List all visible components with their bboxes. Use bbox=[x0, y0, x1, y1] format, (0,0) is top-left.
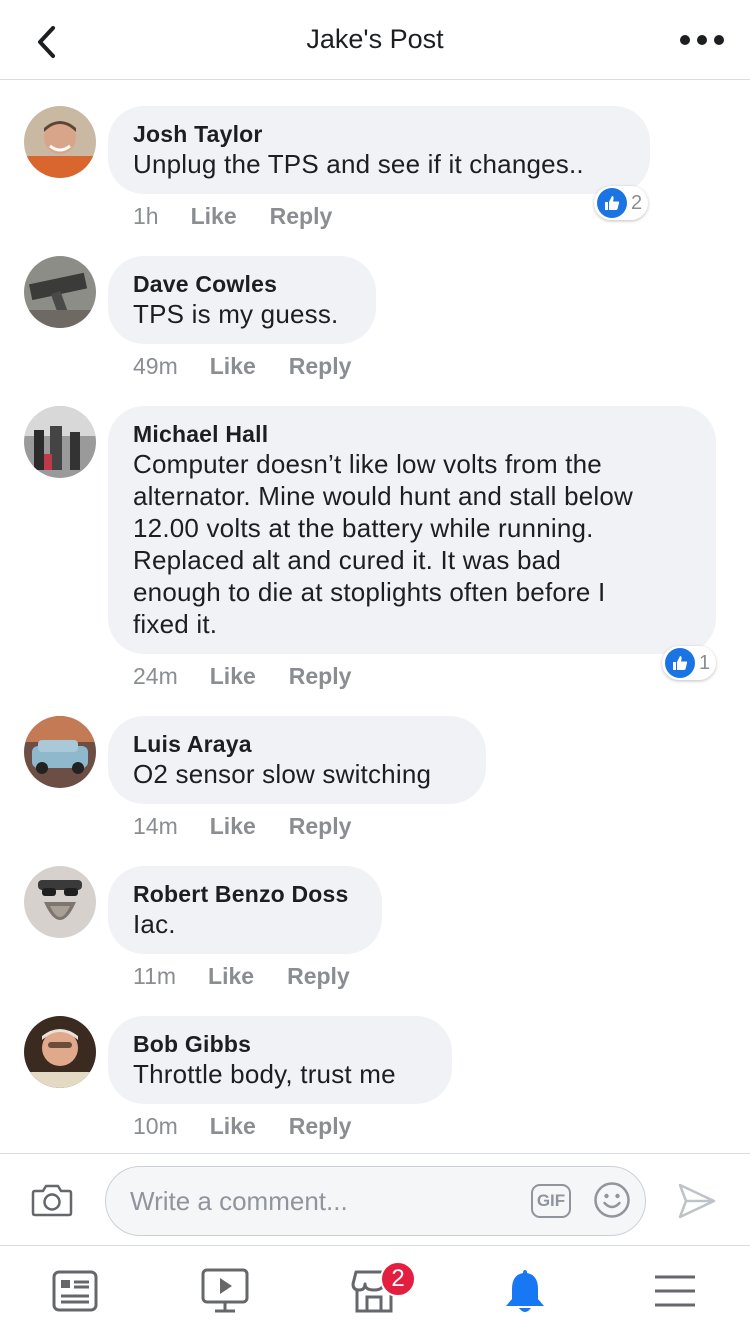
comment-text: Throttle body, trust me bbox=[133, 1059, 396, 1089]
comment-text: TPS is my guess. bbox=[133, 299, 339, 329]
tab-watch[interactable] bbox=[198, 1264, 252, 1318]
avatar-photo bbox=[24, 106, 96, 178]
tab-menu[interactable] bbox=[648, 1264, 702, 1318]
comment-time: 10m bbox=[133, 1113, 178, 1139]
tab-notifications[interactable] bbox=[498, 1264, 552, 1318]
comment-text: Unplug the TPS and see if it changes.. bbox=[133, 149, 584, 179]
reply-button[interactable]: Reply bbox=[270, 202, 333, 230]
watch-icon bbox=[201, 1268, 249, 1313]
comment-meta: 1h Like Reply bbox=[133, 202, 332, 230]
like-button[interactable]: Like bbox=[210, 662, 256, 690]
reply-button[interactable]: Reply bbox=[289, 662, 352, 690]
comment-meta: 24m Like Reply bbox=[133, 662, 351, 690]
comment-time: 24m bbox=[133, 663, 178, 689]
comment-text-line: fixed it. bbox=[133, 609, 218, 639]
camera-icon bbox=[31, 1184, 73, 1217]
comment-author[interactable]: Michael Hall bbox=[133, 420, 691, 448]
reaction-count: 2 bbox=[631, 191, 643, 214]
comment-time: 14m bbox=[133, 813, 178, 839]
reply-button[interactable]: Reply bbox=[289, 812, 352, 840]
avatar-photo bbox=[24, 716, 96, 788]
comment-author[interactable]: Dave Cowles bbox=[133, 270, 351, 298]
nav-header: Jake's Post bbox=[0, 0, 750, 80]
comment-bubble[interactable]: Josh Taylor Unplug the TPS and see if it… bbox=[108, 106, 650, 194]
avatar[interactable] bbox=[24, 866, 96, 938]
menu-icon bbox=[655, 1275, 695, 1307]
comment-bubble[interactable]: Luis Araya O2 sensor slow switching bbox=[108, 716, 486, 804]
comment-time: 11m bbox=[133, 963, 177, 989]
comment-time: 1h bbox=[133, 203, 159, 229]
like-button[interactable]: Like bbox=[210, 1112, 256, 1140]
like-reaction-icon bbox=[665, 648, 695, 678]
bottom-tab-bar: 2 bbox=[0, 1245, 750, 1334]
comment-text: O2 sensor slow switching bbox=[133, 759, 432, 789]
reaction-summary[interactable]: 1 bbox=[662, 646, 717, 680]
comment-meta: 14m Like Reply bbox=[133, 812, 351, 840]
avatar[interactable] bbox=[24, 106, 96, 178]
comment-meta: 11m Like Reply bbox=[133, 962, 350, 990]
avatar[interactable] bbox=[24, 256, 96, 328]
comment-time: 49m bbox=[133, 353, 178, 379]
like-button[interactable]: Like bbox=[191, 202, 237, 230]
reaction-summary[interactable]: 2 bbox=[594, 186, 649, 220]
avatar-photo bbox=[24, 866, 96, 938]
like-button[interactable]: Like bbox=[210, 812, 256, 840]
comment-text-line: 12.00 volts at the battery while running… bbox=[133, 513, 594, 543]
notifications-icon bbox=[506, 1270, 544, 1312]
marketplace-badge: 2 bbox=[380, 1261, 416, 1297]
comment-text-line: alternator. Mine would hunt and stall be… bbox=[133, 481, 634, 511]
like-button[interactable]: Like bbox=[208, 962, 254, 990]
avatar[interactable] bbox=[24, 1016, 96, 1088]
page-title: Jake's Post bbox=[306, 24, 444, 54]
comment-author[interactable]: Bob Gibbs bbox=[133, 1030, 427, 1058]
reply-button[interactable]: Reply bbox=[287, 962, 350, 990]
like-button[interactable]: Like bbox=[210, 352, 256, 380]
comment-bubble[interactable]: Bob Gibbs Throttle body, trust me bbox=[108, 1016, 452, 1104]
reply-button[interactable]: Reply bbox=[289, 1112, 352, 1140]
avatar-photo bbox=[24, 256, 96, 328]
avatar[interactable] bbox=[24, 716, 96, 788]
comment-composer: GIF bbox=[0, 1153, 750, 1245]
comment-text-line: Computer doesn’t like low volts from the bbox=[133, 449, 602, 479]
reaction-count: 1 bbox=[699, 651, 711, 674]
comment-bubble[interactable]: Dave Cowles TPS is my guess. bbox=[108, 256, 376, 344]
avatar-photo bbox=[24, 406, 96, 478]
news-feed-icon bbox=[52, 1270, 98, 1312]
comment-list: Josh Taylor Unplug the TPS and see if it… bbox=[0, 80, 750, 1152]
comment-author[interactable]: Josh Taylor bbox=[133, 120, 625, 148]
comment-text-line: Replaced alt and cured it. It was bad bbox=[133, 545, 561, 575]
avatar-photo bbox=[24, 1016, 96, 1088]
comment-input[interactable] bbox=[130, 1167, 530, 1235]
avatar[interactable] bbox=[24, 406, 96, 478]
comment-author[interactable]: Luis Araya bbox=[133, 730, 461, 758]
comment-text: Iac. bbox=[133, 909, 176, 939]
comment-bubble[interactable]: Michael Hall Computer doesn’t like low v… bbox=[108, 406, 716, 654]
gif-button[interactable]: GIF bbox=[531, 1184, 571, 1218]
send-icon bbox=[678, 1183, 716, 1219]
emoji-button[interactable] bbox=[593, 1181, 631, 1219]
send-button[interactable] bbox=[676, 1181, 718, 1221]
comment-meta: 49m Like Reply bbox=[133, 352, 351, 380]
comment-author[interactable]: Robert Benzo Doss bbox=[133, 880, 357, 908]
comment-bubble[interactable]: Robert Benzo Doss Iac. bbox=[108, 866, 382, 954]
reply-button[interactable]: Reply bbox=[289, 352, 352, 380]
like-reaction-icon bbox=[597, 188, 627, 218]
more-horizontal-icon bbox=[680, 35, 690, 45]
tab-news-feed[interactable] bbox=[48, 1264, 102, 1318]
comment-meta: 10m Like Reply bbox=[133, 1112, 351, 1140]
comment-text-line: enough to die at stoplights often before… bbox=[133, 577, 606, 607]
comment-input-container[interactable]: GIF bbox=[105, 1166, 646, 1236]
smiley-icon bbox=[594, 1182, 630, 1218]
more-options-button[interactable] bbox=[680, 30, 724, 50]
camera-button[interactable] bbox=[31, 1182, 73, 1218]
